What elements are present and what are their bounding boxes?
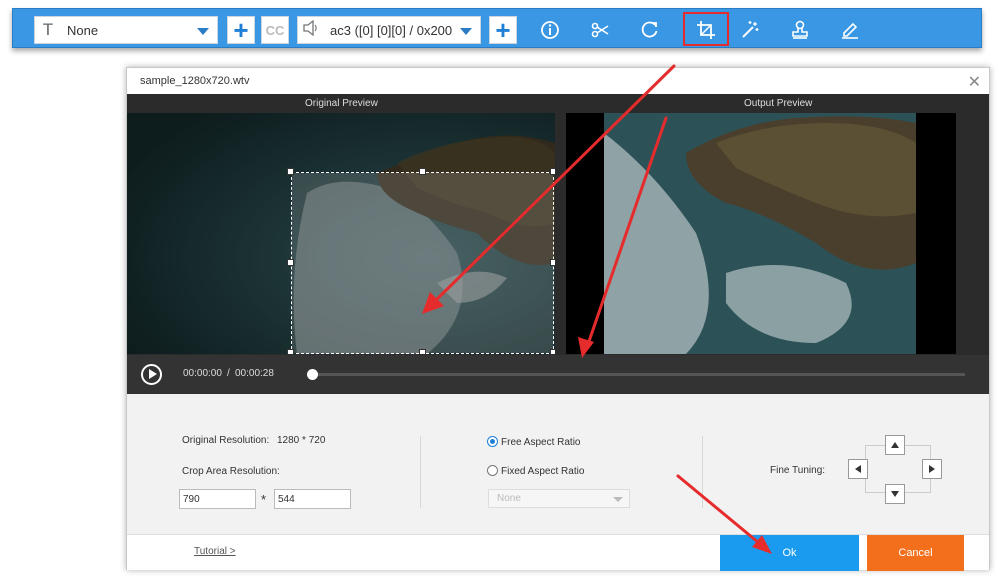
dialog-title-bar: sample_1280x720.wtv ✕ xyxy=(127,68,989,94)
add-audio-button[interactable]: + xyxy=(489,16,517,44)
current-time: 00:00:00 xyxy=(183,368,222,379)
stamp-icon xyxy=(792,20,808,39)
output-preview xyxy=(566,113,956,354)
free-aspect-radio[interactable] xyxy=(487,436,498,447)
output-video-frame xyxy=(566,113,956,354)
arrow-left-icon xyxy=(855,465,861,473)
arrow-right-icon xyxy=(929,465,935,473)
cc-button[interactable]: CC xyxy=(261,16,289,44)
cut-button[interactable] xyxy=(585,16,615,44)
audio-track-select[interactable]: ac3 ([0] [0][0] / 0x200 xyxy=(297,16,481,44)
crop-handle-top-left[interactable] xyxy=(287,168,294,175)
plus-icon: + xyxy=(233,15,249,45)
add-subtitle-button[interactable]: + xyxy=(227,16,255,44)
original-resolution-label: Original Resolution: xyxy=(182,435,270,446)
player-bar: 00:00:00 / 00:00:28 xyxy=(127,355,989,394)
original-preview[interactable] xyxy=(127,113,555,354)
crop-handle-bottom-left[interactable] xyxy=(287,349,294,354)
effects-button[interactable] xyxy=(735,16,765,44)
crop-handle-right[interactable] xyxy=(550,259,555,266)
aspect-ratio-dropdown[interactable]: None xyxy=(488,489,630,508)
fine-tuning-label: Fine Tuning: xyxy=(770,465,826,476)
dialog-title: sample_1280x720.wtv xyxy=(140,75,250,87)
info-button[interactable] xyxy=(535,16,565,44)
audio-track-value: ac3 ([0] [0][0] / 0x200 xyxy=(330,22,453,38)
fine-tune-up-button[interactable] xyxy=(885,435,905,455)
tutorial-link[interactable]: Tutorial > xyxy=(194,546,236,557)
progress-thumb[interactable] xyxy=(307,369,318,380)
crop-button[interactable] xyxy=(691,16,721,44)
fixed-aspect-label: Fixed Aspect Ratio xyxy=(501,466,585,477)
speaker-icon xyxy=(298,19,324,41)
output-preview-label: Output Preview xyxy=(744,98,813,109)
arrow-up-icon xyxy=(891,442,899,448)
crop-height-input[interactable] xyxy=(274,489,351,509)
aspect-ratio-value: None xyxy=(497,493,521,504)
divider xyxy=(420,436,421,508)
crop-area-resolution-label: Crop Area Resolution: xyxy=(182,466,280,477)
free-aspect-label: Free Aspect Ratio xyxy=(501,437,581,448)
close-icon[interactable]: ✕ xyxy=(968,72,981,92)
preview-area: Original Preview Output Preview 00:00:00… xyxy=(127,94,989,394)
chevron-down-icon xyxy=(613,497,623,502)
fine-tune-right-button[interactable] xyxy=(922,459,942,479)
crop-width-input[interactable] xyxy=(179,489,256,509)
fixed-aspect-radio[interactable] xyxy=(487,465,498,476)
crop-selection-box[interactable] xyxy=(291,172,554,354)
original-resolution-value: 1280 * 720 xyxy=(277,435,326,446)
ok-button[interactable]: Ok xyxy=(720,535,859,571)
edit-button[interactable] xyxy=(835,16,865,44)
total-time: 00:00:28 xyxy=(235,368,274,379)
subtitle-select[interactable]: T None xyxy=(34,16,218,44)
text-icon: T xyxy=(42,20,54,39)
progress-track[interactable] xyxy=(309,373,965,376)
time-separator: / xyxy=(227,368,230,379)
plus-icon: + xyxy=(495,15,511,45)
toolbar: T None + CC ac3 ([0] [0][0] / 0x200 + xyxy=(12,8,982,48)
pencil-icon xyxy=(842,22,858,39)
chevron-down-icon xyxy=(460,28,472,35)
watermark-button[interactable] xyxy=(785,16,815,44)
scissors-icon xyxy=(591,22,609,38)
dialog-footer: Tutorial > Ok Cancel xyxy=(127,534,989,571)
crop-times-symbol: * xyxy=(261,492,267,507)
crop-handle-top[interactable] xyxy=(419,168,426,175)
magic-wand-icon xyxy=(742,21,759,38)
original-preview-label: Original Preview xyxy=(305,98,378,109)
arrow-down-icon xyxy=(891,491,899,497)
subtitle-select-value: None xyxy=(67,22,99,38)
crop-handle-bottom-right[interactable] xyxy=(550,349,555,354)
crop-handle-left[interactable] xyxy=(287,259,294,266)
cancel-button[interactable]: Cancel xyxy=(867,535,964,571)
crop-handle-top-right[interactable] xyxy=(550,168,555,175)
crop-handle-bottom[interactable] xyxy=(419,349,426,354)
crop-dialog: sample_1280x720.wtv ✕ Original Preview O… xyxy=(126,67,990,571)
fine-tune-down-button[interactable] xyxy=(885,484,905,504)
chevron-down-icon xyxy=(197,28,209,35)
divider xyxy=(702,436,703,508)
rotate-icon xyxy=(641,21,658,38)
cc-icon: CC xyxy=(265,22,285,38)
crop-icon xyxy=(697,21,715,39)
fine-tune-left-button[interactable] xyxy=(848,459,868,479)
rotate-button[interactable] xyxy=(635,16,665,44)
play-icon[interactable] xyxy=(141,364,162,385)
info-icon xyxy=(541,21,559,39)
